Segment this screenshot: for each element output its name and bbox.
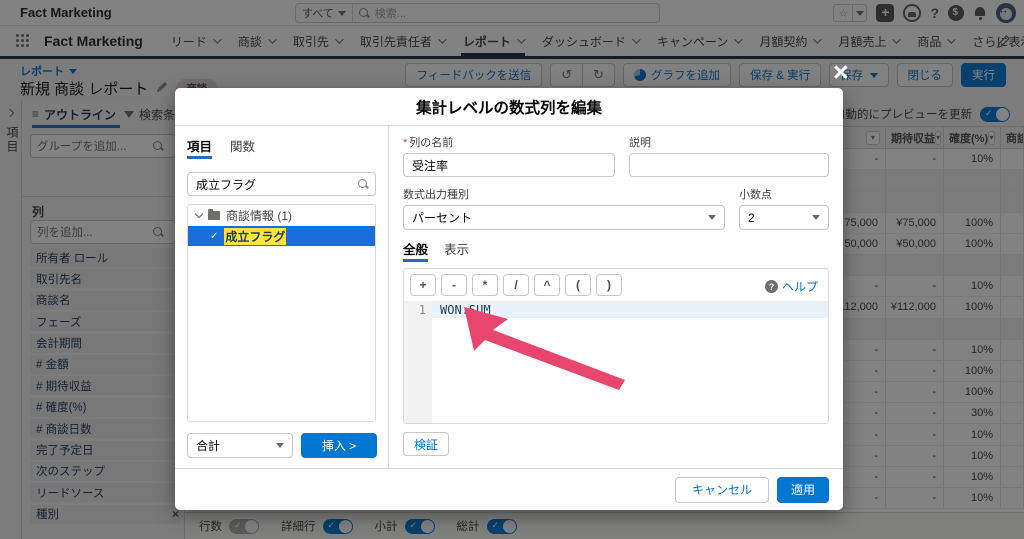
help-question-icon: ? [764,280,778,293]
operator-button[interactable]: ( [565,274,591,296]
description-label: 説明 [629,137,651,149]
line-number-gutter: 1 [404,301,432,423]
help-link[interactable]: ? ヘルプ [764,278,818,295]
operator-button[interactable]: + [410,274,436,296]
operator-button[interactable]: / [503,274,529,296]
output-type-select[interactable]: パーセント [403,205,725,230]
edit-formula-modal: 集計レベルの数式列を編集 項目 関数 商談情報 (1) [175,88,843,510]
column-name-input[interactable] [403,153,615,177]
output-type-label: 数式出力種別 [403,189,469,201]
report-builder-page: Fact Marketing すべて 検索... ☆ + ? Fact Mark… [0,0,1024,539]
tree-item-label: 成立フラグ [224,227,287,245]
insert-button[interactable]: 挿入 > [301,433,377,458]
apply-button[interactable]: 適用 [776,476,829,503]
chevron-down-icon [276,443,284,448]
formula-text[interactable]: WON:SUM [432,301,828,318]
validate-button[interactable]: 検証 [403,432,450,456]
field-search-input[interactable] [187,172,376,196]
description-input[interactable] [629,153,829,177]
tab-display[interactable]: 表示 [444,239,469,262]
decimal-places-value: 2 [748,210,755,225]
formula-fields-panel: 項目 関数 商談情報 (1) ✓ 成立フラグ [175,126,389,468]
aggregate-value: 合計 [196,439,221,453]
tab-functions[interactable]: 関数 [230,136,255,159]
required-asterisk: * [403,137,408,149]
check-icon: ✓ [210,230,219,242]
aggregate-select[interactable]: 合計 [187,433,293,458]
modal-footer: キャンセル 適用 [175,468,843,510]
tree-item-selected[interactable]: ✓ 成立フラグ [188,226,375,246]
formula-code-editor[interactable]: 1 WON:SUM [404,301,828,423]
chevron-down-icon [708,215,716,220]
field-tree: 商談情報 (1) ✓ 成立フラグ [187,204,376,422]
search-icon [358,179,368,189]
tree-group-row[interactable]: 商談情報 (1) [188,205,375,226]
help-label: ヘルプ [781,280,818,294]
tree-group-label: 商談情報 (1) [226,209,293,223]
cancel-button[interactable]: キャンセル [674,476,769,503]
output-type-value: パーセント [412,211,473,225]
modal-close-icon[interactable]: × [833,59,849,86]
operator-button[interactable]: ^ [534,274,560,296]
chevron-open-icon[interactable] [194,209,204,219]
column-name-label: * 列の名前 [403,137,454,149]
modal-title: 集計レベルの数式列を編集 [175,88,843,126]
operator-button[interactable]: * [472,274,498,296]
decimal-places-label: 小数点 [739,189,772,201]
operator-button[interactable]: ) [596,274,622,296]
formula-editor-box: + - * / ^ ( ) ? ヘルプ 1 WON:SUM [403,268,829,424]
operator-button[interactable]: - [441,274,467,296]
tab-fields[interactable]: 項目 [187,136,212,159]
formula-settings-panel: *列の名前 説明 数式出力種別 パーセント [389,126,843,468]
tab-general[interactable]: 全般 [403,239,428,262]
chevron-down-icon [812,215,820,220]
decimal-places-select[interactable]: 2 [739,205,829,230]
folder-icon [208,209,220,220]
